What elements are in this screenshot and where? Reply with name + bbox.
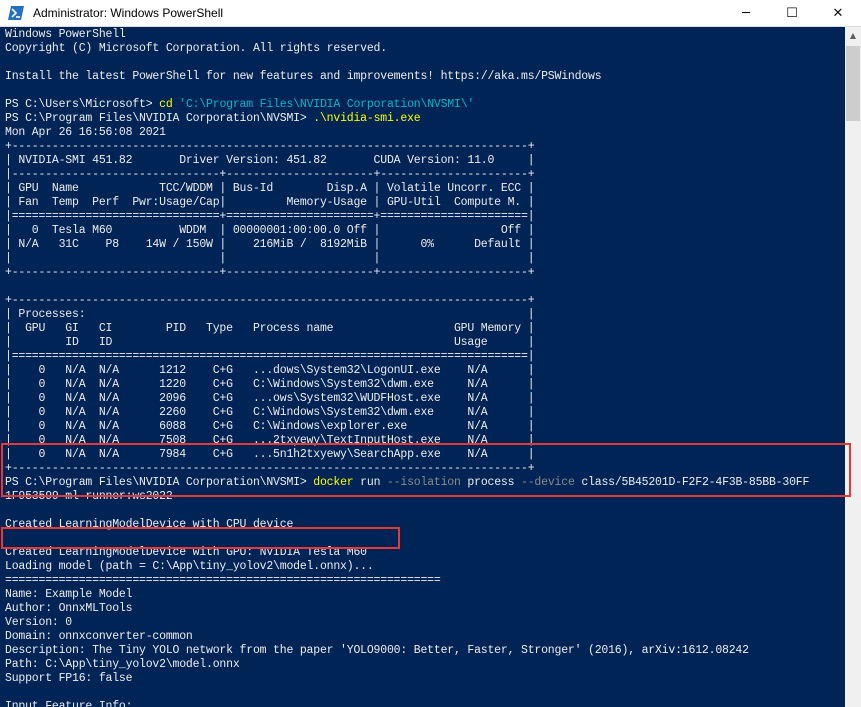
scroll-up-arrow-icon[interactable]: ▲: [845, 27, 861, 43]
console-line: Description: The Tiny YOLO network from …: [5, 644, 809, 658]
console-text: PS C:\Program Files\NVIDIA Corporation\N…: [5, 112, 314, 125]
window-title: Administrator: Windows PowerShell: [33, 6, 224, 20]
console-text: | 0 N/A N/A 6088 C+G C:\Windows\explorer…: [5, 420, 535, 433]
console-text: | | | |: [5, 252, 535, 265]
powershell-icon: [8, 6, 24, 20]
console-line: Support FP16: false: [5, 672, 809, 686]
console-text: +-------------------------------+-------…: [5, 266, 535, 279]
console-line: +-------------------------------+-------…: [5, 266, 809, 280]
console-text: .\nvidia-smi.exe: [313, 112, 421, 125]
console-text: | N/A 31C P8 14W / 150W | 216MiB / 8192M…: [5, 238, 535, 251]
console-text: Domain: onnxconverter-common: [5, 630, 193, 643]
console-text: Install the latest PowerShell for new fe…: [5, 70, 602, 83]
console-line: | ID ID Usage |: [5, 336, 809, 350]
console-line: | | | |: [5, 252, 809, 266]
console-line: Loading model (path = C:\App\tiny_yolov2…: [5, 560, 809, 574]
console-line: | 0 N/A N/A 2096 C+G ...ows\System32\WUD…: [5, 392, 809, 406]
minimize-button[interactable]: ─: [723, 0, 769, 26]
console-line: | NVIDIA-SMI 451.82 Driver Version: 451.…: [5, 154, 809, 168]
console-text: Name: Example Model: [5, 588, 133, 601]
console-line: |===============================+=======…: [5, 210, 809, 224]
console-text: | ID ID Usage |: [5, 336, 535, 349]
console-text: Path: C:\App\tiny_yolov2\model.onnx: [5, 658, 240, 671]
console-text: Copyright (C) Microsoft Corporation. All…: [5, 42, 387, 55]
console-text: PS C:\Users\Microsoft>: [5, 98, 160, 111]
console-line: ========================================…: [5, 574, 809, 588]
console-line: | N/A 31C P8 14W / 150W | 216MiB / 8192M…: [5, 238, 809, 252]
console-line: PS C:\Users\Microsoft> cd 'C:\Program Fi…: [5, 98, 809, 112]
console-line: PS C:\Program Files\NVIDIA Corporation\N…: [5, 112, 809, 126]
console-line: Domain: onnxconverter-common: [5, 630, 809, 644]
console-line: +---------------------------------------…: [5, 294, 809, 308]
console-text: | 0 N/A N/A 1212 C+G ...dows\System32\Lo…: [5, 364, 535, 377]
console-line: | Fan Temp Perf Pwr:Usage/Cap| Memory-Us…: [5, 196, 809, 210]
console-text: | 0 N/A N/A 2260 C+G C:\Windows\System32…: [5, 406, 535, 419]
console-output[interactable]: Windows PowerShell Copyright (C) Microsof…: [0, 27, 845, 707]
console-line: | 0 N/A N/A 6088 C+G C:\Windows\explorer…: [5, 420, 809, 434]
console-text: Version: 0: [5, 616, 73, 629]
console-line: Path: C:\App\tiny_yolov2\model.onnx: [5, 658, 809, 672]
console-line: |=======================================…: [5, 350, 809, 364]
console-text: ========================================…: [5, 574, 441, 587]
docker-command-highlight: [1, 443, 851, 497]
console-line: | GPU Name TCC/WDDM | Bus-Id Disp.A | Vo…: [5, 182, 809, 196]
console-text: |===============================+=======…: [5, 210, 535, 223]
console-line: Install the latest PowerShell for new fe…: [5, 70, 809, 84]
console-text: Loading model (path = C:\App\tiny_yolov2…: [5, 560, 374, 573]
console-text: Support FP16: false: [5, 672, 133, 685]
title-bar: Administrator: Windows PowerShell ─ ☐ ✕: [0, 0, 861, 27]
console-lines: Windows PowerShell Copyright (C) Microsof…: [5, 28, 809, 707]
vertical-scrollbar[interactable]: ▲: [845, 27, 861, 707]
console-text: | GPU Name TCC/WDDM | Bus-Id Disp.A | Vo…: [5, 182, 535, 195]
console-line: |-------------------------------+-------…: [5, 168, 809, 182]
gpu-device-highlight: [1, 527, 400, 549]
console-text: Description: The Tiny YOLO network from …: [5, 644, 749, 657]
console-text: +---------------------------------------…: [5, 140, 535, 153]
console-line: | 0 N/A N/A 1212 C+G ...dows\System32\Lo…: [5, 364, 809, 378]
console-line: Windows PowerShell: [5, 28, 809, 42]
close-button[interactable]: ✕: [815, 0, 861, 26]
console-line: Mon Apr 26 16:56:08 2021: [5, 126, 809, 140]
console-text: | 0 N/A N/A 2096 C+G ...ows\System32\WUD…: [5, 392, 535, 405]
console-text: Mon Apr 26 16:56:08 2021: [5, 126, 166, 139]
console-text: |=======================================…: [5, 350, 535, 363]
console-line: Version: 0: [5, 616, 809, 630]
scroll-thumb[interactable]: [846, 46, 860, 121]
console-text: 'C:\Program Files\NVIDIA Corporation\NVS…: [179, 98, 475, 111]
console-line: Input Feature Info:: [5, 700, 809, 707]
console-line: Name: Example Model: [5, 588, 809, 602]
console-text: | Fan Temp Perf Pwr:Usage/Cap| Memory-Us…: [5, 196, 535, 209]
console-line: | 0 N/A N/A 1220 C+G C:\Windows\System32…: [5, 378, 809, 392]
console-text: | GPU GI CI PID Type Process name GPU Me…: [5, 322, 535, 335]
maximize-button[interactable]: ☐: [769, 0, 815, 26]
console-line: | 0 Tesla M60 WDDM | 00000001:00:00.0 Of…: [5, 224, 809, 238]
console-text: | NVIDIA-SMI 451.82 Driver Version: 451.…: [5, 154, 535, 167]
console-text: +---------------------------------------…: [5, 294, 535, 307]
console-text: | 0 N/A N/A 1220 C+G C:\Windows\System32…: [5, 378, 535, 391]
console-text: Windows PowerShell: [5, 28, 126, 41]
console-text: Author: OnnxMLTools: [5, 602, 133, 615]
console-text: |-------------------------------+-------…: [5, 168, 535, 181]
console-line: | GPU GI CI PID Type Process name GPU Me…: [5, 322, 809, 336]
console-text: | 0 Tesla M60 WDDM | 00000001:00:00.0 Of…: [5, 224, 535, 237]
console-text: Input Feature Info:: [5, 700, 133, 707]
console-line: Author: OnnxMLTools: [5, 602, 809, 616]
console-line: | Processes: |: [5, 308, 809, 322]
console-line: +---------------------------------------…: [5, 140, 809, 154]
console-text: | Processes: |: [5, 308, 535, 321]
console-line: Copyright (C) Microsoft Corporation. All…: [5, 42, 809, 56]
console-text: cd: [159, 98, 173, 111]
console-line: | 0 N/A N/A 2260 C+G C:\Windows\System32…: [5, 406, 809, 420]
